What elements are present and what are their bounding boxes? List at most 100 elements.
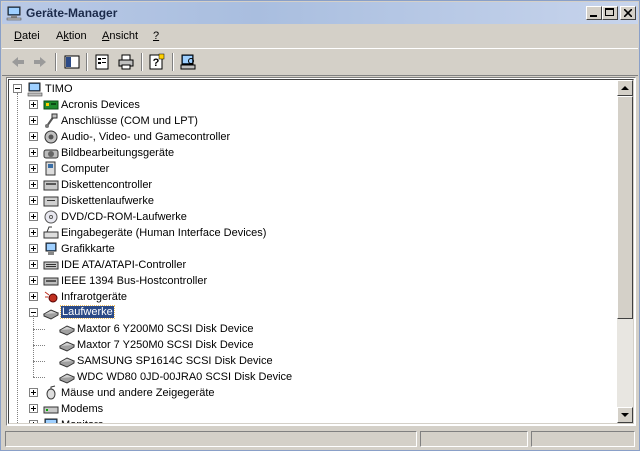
tree-device[interactable]: Maxtor 6 Y200M0 SCSI Disk Device [9, 321, 617, 337]
mouse-icon [46, 385, 56, 400]
expand-icon[interactable] [29, 260, 38, 269]
scroll-down-button[interactable] [617, 407, 633, 423]
help-icon[interactable]: ? [148, 53, 166, 71]
toolbar: ? [2, 48, 638, 76]
expand-icon[interactable] [29, 420, 38, 423]
menu-help[interactable]: ? [153, 30, 159, 42]
ide-controller-icon [43, 261, 59, 270]
tree-category[interactable]: Eingabegeräte (Human Interface Devices) [9, 225, 617, 241]
menu-datei[interactable]: Datei [14, 30, 40, 42]
expand-icon[interactable] [29, 180, 38, 189]
device-tree-pane[interactable]: TIMO Acronis Devices Anschlüsse (COM und L… [6, 77, 636, 426]
tree-item-label: TIMO [45, 83, 73, 95]
tree-category[interactable]: Anschlüsse (COM und LPT) [9, 113, 617, 129]
tree-category[interactable]: Acronis Devices [9, 97, 617, 113]
firewire-icon [43, 277, 59, 286]
expand-icon[interactable] [29, 196, 38, 205]
tree-category[interactable]: Laufwerke [9, 305, 617, 321]
tree-item-label: DVD/CD-ROM-Laufwerke [61, 211, 187, 223]
tree-category[interactable]: Grafikkarte [9, 241, 617, 257]
expand-icon[interactable] [29, 116, 38, 125]
tree-device[interactable]: Maxtor 7 Y250M0 SCSI Disk Device [9, 337, 617, 353]
expand-icon[interactable] [29, 388, 38, 397]
maximize-button[interactable] [602, 6, 618, 20]
tree-item-label: Eingabegeräte (Human Interface Devices) [61, 227, 267, 239]
tree-category[interactable]: Bildbearbeitungsgeräte [9, 145, 617, 161]
tree-item-label: Monitore [61, 419, 104, 423]
scroll-thumb[interactable] [617, 96, 633, 319]
tree-item-label: IEEE 1394 Bus-Hostcontroller [61, 275, 208, 287]
vertical-scrollbar[interactable] [617, 80, 633, 423]
expand-icon[interactable] [29, 148, 38, 157]
expand-icon[interactable] [29, 132, 38, 141]
camera-icon [43, 149, 59, 159]
menu-ansicht[interactable]: Ansicht [102, 30, 138, 42]
port-icon [45, 113, 58, 128]
audio-icon [44, 130, 58, 144]
tree-item-label: Maxtor 6 Y200M0 SCSI Disk Device [77, 323, 254, 335]
svg-text:?: ? [153, 57, 160, 69]
toolbar-separator [172, 53, 174, 71]
forward-arrow-icon[interactable] [31, 53, 49, 71]
tree-item-label: WDC WD80 0JD-00JRA0 SCSI Disk Device [77, 371, 293, 383]
window-title: Geräte-Manager [26, 6, 118, 20]
tree-item-label: Diskettenlaufwerke [61, 195, 154, 207]
arrow-down-icon [621, 413, 629, 417]
collapse-icon[interactable] [13, 84, 22, 93]
back-arrow-icon[interactable] [9, 53, 27, 71]
expand-icon[interactable] [29, 244, 38, 253]
expand-icon[interactable] [29, 404, 38, 413]
modem-icon [43, 406, 59, 414]
expand-icon[interactable] [29, 276, 38, 285]
tree-item-label: Modems [61, 403, 104, 415]
tree-device[interactable]: SAMSUNG SP1614C SCSI Disk Device [9, 353, 617, 369]
expand-icon[interactable] [29, 164, 38, 173]
toolbar-separator [55, 53, 57, 71]
expand-icon[interactable] [29, 228, 38, 237]
expand-icon[interactable] [29, 100, 38, 109]
tree-root[interactable]: TIMO [9, 81, 617, 97]
tree-item-label: Acronis Devices [61, 99, 140, 111]
tree-item-label: Audio-, Video- und Gamecontroller [61, 131, 231, 143]
status-panel-3 [531, 431, 635, 447]
tree-item-label: Grafikkarte [61, 243, 115, 255]
tree-category[interactable]: Mäuse und andere Zeigegeräte [9, 385, 617, 401]
tree-item-label: SAMSUNG SP1614C SCSI Disk Device [77, 355, 273, 367]
tree-category[interactable]: Diskettencontroller [9, 177, 617, 193]
disk-drive-icon [59, 341, 75, 352]
properties-icon[interactable] [93, 53, 111, 71]
menu-aktion[interactable]: Aktion [56, 30, 87, 42]
expand-icon[interactable] [29, 292, 38, 301]
tree-category[interactable]: Diskettenlaufwerke [9, 193, 617, 209]
hid-icon [43, 226, 59, 239]
tree-category[interactable]: Monitore [9, 417, 617, 423]
close-icon [624, 9, 632, 17]
scroll-up-button[interactable] [617, 80, 633, 96]
minimize-button[interactable] [586, 6, 602, 20]
print-icon[interactable] [117, 53, 135, 71]
arrow-up-icon [621, 86, 629, 90]
tree-category[interactable]: Computer [9, 161, 617, 177]
scan-hardware-icon[interactable] [179, 53, 197, 71]
floppy-controller-icon [43, 180, 59, 191]
monitor-icon [44, 418, 58, 423]
tree-item-label: Mäuse und andere Zeigegeräte [61, 387, 215, 399]
toolbar-separator [141, 53, 143, 71]
tree-category[interactable]: Modems [9, 401, 617, 417]
tree-device[interactable]: WDC WD80 0JD-00JRA0 SCSI Disk Device [9, 369, 617, 385]
tree-category[interactable]: IDE ATA/ATAPI-Controller [9, 257, 617, 273]
tree-category[interactable]: Infrarotgeräte [9, 289, 617, 305]
title-bar[interactable]: Geräte-Manager [2, 2, 638, 24]
console-tree-icon[interactable] [63, 53, 81, 71]
infrared-icon [44, 291, 58, 303]
disk-drive-icon [59, 357, 75, 368]
tree-category[interactable]: Audio-, Video- und Gamecontroller [9, 129, 617, 145]
device-manager-window: Geräte-Manager Datei Aktion Ansicht? ? TIM… [0, 0, 640, 451]
display-adapter-icon [45, 242, 57, 255]
device-manager-icon [6, 6, 22, 21]
tree-category[interactable]: DVD/CD-ROM-Laufwerke [9, 209, 617, 225]
close-button[interactable] [620, 6, 636, 20]
tree-category[interactable]: IEEE 1394 Bus-Hostcontroller [9, 273, 617, 289]
expand-icon[interactable] [29, 212, 38, 221]
tree-item-label: Computer [61, 163, 110, 175]
